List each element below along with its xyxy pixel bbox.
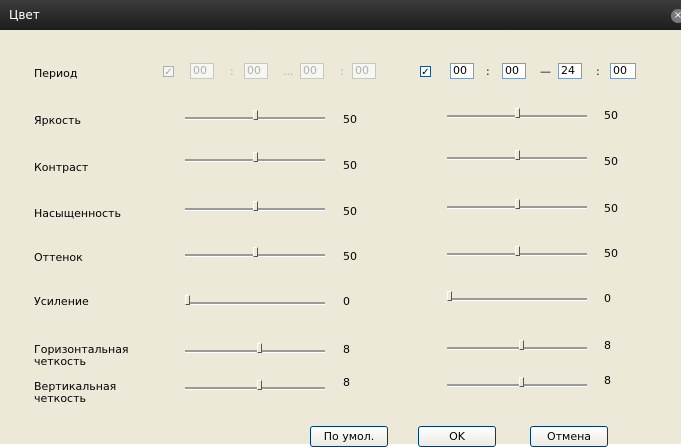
gain-right-thumb[interactable] [447, 291, 452, 301]
close-icon[interactable]: × [671, 9, 681, 23]
saturation-right-thumb[interactable] [515, 199, 520, 209]
brightness-left-thumb[interactable] [253, 110, 258, 120]
gain-left-value: 0 [343, 295, 350, 308]
period-left-start-minute[interactable]: 00 [244, 63, 268, 79]
period-left-end-minute[interactable]: 00 [352, 63, 376, 79]
hue-right-thumb[interactable] [515, 246, 520, 256]
brightness-right-thumb[interactable] [515, 108, 520, 118]
period-left-start-hour[interactable]: 00 [190, 63, 214, 79]
contrast-left-value: 50 [343, 159, 357, 172]
period-right-checkbox[interactable]: ✓ [420, 66, 431, 78]
saturation-left-value: 50 [343, 205, 357, 218]
period-left-end-hour[interactable]: 00 [300, 63, 324, 79]
title-bar: Цвет × [0, 0, 681, 30]
period-right-colon-1: : [486, 65, 490, 78]
gain-left-slider[interactable] [185, 295, 325, 305]
saturation-right-slider[interactable] [447, 199, 587, 209]
brightness-label: Яркость [34, 114, 81, 127]
v-sharpness-right-thumb[interactable] [519, 377, 524, 387]
contrast-right-thumb[interactable] [515, 150, 520, 160]
period-left-dash: ... [283, 65, 294, 78]
contrast-left-slider[interactable] [185, 152, 325, 162]
hue-right-slider[interactable] [447, 246, 587, 256]
gain-right-value: 0 [604, 292, 611, 305]
h-sharpness-right-value: 8 [604, 339, 611, 352]
brightness-left-slider[interactable] [185, 110, 325, 120]
v-sharpness-left-slider[interactable] [185, 380, 325, 390]
h-sharpness-right-slider[interactable] [447, 340, 587, 350]
h-sharpness-label: Горизонтальная четкость [34, 344, 129, 366]
hue-right-value: 50 [604, 247, 618, 260]
saturation-left-slider[interactable] [185, 201, 325, 211]
gain-left-thumb[interactable] [185, 295, 190, 305]
brightness-left-value: 50 [343, 113, 357, 126]
hue-left-value: 50 [343, 250, 357, 263]
hue-left-slider[interactable] [185, 247, 325, 257]
gain-right-slider[interactable] [447, 291, 587, 301]
period-label: Период [34, 67, 78, 80]
v-sharpness-right-value: 8 [604, 374, 611, 387]
h-sharpness-left-slider[interactable] [185, 343, 325, 353]
h-sharpness-left-thumb[interactable] [257, 343, 262, 353]
saturation-right-value: 50 [604, 202, 618, 215]
period-right-dash: — [540, 65, 551, 78]
period-right-start-minute[interactable]: 00 [502, 63, 526, 79]
period-left-checkbox[interactable]: ✓ [163, 66, 174, 78]
v-sharpness-left-thumb[interactable] [257, 380, 262, 390]
v-sharpness-left-value: 8 [343, 376, 350, 389]
v-sharpness-right-slider[interactable] [447, 377, 587, 387]
period-right-end-hour[interactable]: 24 [558, 63, 582, 79]
contrast-left-thumb[interactable] [253, 152, 258, 162]
period-left-colon-1: : [230, 65, 234, 78]
h-sharpness-left-value: 8 [343, 343, 350, 356]
color-dialog: Цвет × Период ✓ 00 : 00 ... 00 : 00 ✓ 00… [0, 0, 681, 447]
brightness-right-slider[interactable] [447, 108, 587, 118]
v-sharpness-label: Вертикальная четкость [34, 381, 117, 403]
h-sharpness-right-thumb[interactable] [519, 340, 524, 350]
contrast-right-slider[interactable] [447, 150, 587, 160]
window-title: Цвет [9, 8, 40, 22]
hue-label: Оттенок [34, 251, 83, 264]
hue-left-thumb[interactable] [253, 247, 258, 257]
contrast-right-value: 50 [604, 155, 618, 168]
period-right-colon-2: : [596, 65, 600, 78]
saturation-label: Насыщенность [34, 207, 121, 220]
contrast-label: Контраст [34, 161, 89, 174]
brightness-right-value: 50 [604, 109, 618, 122]
period-right-end-minute[interactable]: 00 [610, 63, 636, 79]
saturation-left-thumb[interactable] [253, 201, 258, 211]
gain-label: Усиление [34, 295, 89, 308]
period-left-colon-2: : [340, 65, 344, 78]
period-right-start-hour[interactable]: 00 [450, 63, 474, 79]
